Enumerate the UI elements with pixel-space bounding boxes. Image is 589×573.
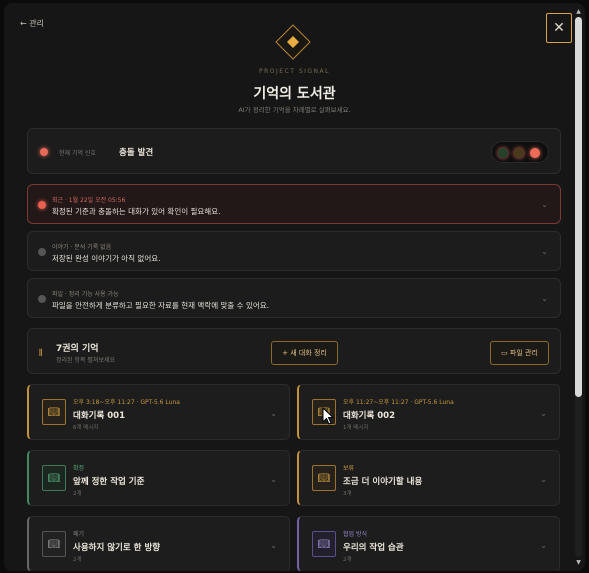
memory-tile[interactable]: 📖︎ 오후 11:27~오후 11:27 · GPT-5.6 Luna 대화기록… bbox=[297, 384, 560, 440]
back-to-manage-link[interactable]: ← 관리 bbox=[20, 18, 44, 29]
page-title: 기억의 도서관 bbox=[253, 86, 336, 102]
book-icon: 📖︎ bbox=[312, 531, 336, 557]
page-subtitle: AI가 정리한 기억을 차례별로 살펴보세요. bbox=[238, 106, 351, 114]
chevron-down-icon[interactable]: ⌄ bbox=[541, 200, 548, 209]
file-status-card[interactable]: 파일 · 정리 기능 사용 가능 파일을 안전하게 분류하고 필요한 자료를 현… bbox=[27, 278, 561, 318]
memory-subtitle: 정리된 항목 펼쳐보세요 bbox=[56, 357, 116, 364]
tile-title: 대화기록 002 bbox=[343, 411, 395, 421]
status-dot-icon bbox=[38, 295, 46, 303]
close-button[interactable]: ✕ bbox=[546, 13, 572, 43]
tile-count: 1개 메시지 bbox=[343, 425, 369, 431]
tile-title: 앞께 정한 작업 기준 bbox=[73, 477, 145, 487]
project-label: PROJECT SIGNAL bbox=[259, 68, 330, 75]
diamond-logo-icon bbox=[275, 24, 311, 60]
chevron-down-icon[interactable]: ⌄ bbox=[270, 475, 277, 484]
alert-dot-icon bbox=[38, 201, 46, 209]
alert-text: 확정된 기준과 충돌하는 대화가 있어 확인이 필요해요. bbox=[52, 207, 221, 216]
chevron-down-icon[interactable]: ⌄ bbox=[270, 541, 277, 550]
status-dot-icon bbox=[38, 248, 46, 256]
tile-count: 2개 bbox=[343, 557, 352, 563]
tile-meta: 확정 bbox=[73, 465, 85, 472]
tile-count: 2개 bbox=[73, 557, 82, 563]
memory-tile[interactable]: 📖︎ 협업 방식 우리의 작업 습관 2개 ⌄ bbox=[297, 516, 560, 571]
scroll-up-arrow[interactable]: ▲ bbox=[575, 9, 582, 15]
memory-tile[interactable]: 📖︎ 폐기 사용하지 않기로 한 방향 2개 ⌄ bbox=[27, 516, 290, 571]
tile-meta: 오후 11:27~오후 11:27 · GPT-5.6 Luna bbox=[343, 399, 454, 406]
book-icon: 📖︎ bbox=[42, 531, 66, 557]
bookshelf-icon: 𝍪 bbox=[39, 348, 43, 359]
tile-meta: 협업 방식 bbox=[343, 531, 367, 538]
memory-tile[interactable]: 📖︎ 오후 3:18~오후 11:27 · GPT-5.6 Luna 대화기록 … bbox=[27, 384, 290, 440]
chevron-down-icon[interactable]: ⌄ bbox=[541, 294, 548, 303]
chevron-down-icon[interactable]: ⌄ bbox=[541, 247, 548, 256]
signal-status-text: 충돌 발견 bbox=[119, 148, 154, 158]
chevron-down-icon[interactable]: ⌄ bbox=[270, 409, 277, 418]
book-icon: 📖︎ bbox=[312, 465, 336, 491]
new-chat-organize-button[interactable]: + 새 대화 정리 bbox=[271, 341, 338, 365]
tile-meta: 오후 3:18~오후 11:27 · GPT-5.6 Luna bbox=[73, 399, 180, 406]
story-status-meta: 이야기 · 분석 기록 없음 bbox=[52, 244, 112, 251]
amber-light-icon bbox=[514, 148, 524, 158]
mouse-pointer-icon bbox=[322, 407, 335, 425]
chevron-down-icon[interactable]: ⌄ bbox=[540, 475, 547, 484]
scroll-down-arrow[interactable]: ▼ bbox=[575, 560, 582, 566]
story-status-card[interactable]: 이야기 · 분석 기록 없음 저장된 완성 이야기가 아직 없어요. ⌄ bbox=[27, 231, 561, 271]
book-icon: 📖︎ bbox=[42, 399, 66, 425]
book-icon: 📖︎ bbox=[42, 465, 66, 491]
tile-title: 사용하지 않기로 한 방향 bbox=[73, 543, 161, 553]
chevron-down-icon[interactable]: ⌄ bbox=[540, 409, 547, 418]
tile-title: 조금 더 이야기할 내용 bbox=[343, 477, 423, 487]
traffic-light-indicator bbox=[491, 141, 549, 163]
conflict-alert-card[interactable]: 최근 · 1월 22일 오전 05:56 확정된 기준과 충돌하는 대화가 있어… bbox=[27, 184, 561, 224]
tile-count: 3개 bbox=[343, 491, 352, 497]
tile-count: 6개 메시지 bbox=[73, 425, 99, 431]
tile-title: 대화기록 001 bbox=[73, 411, 125, 421]
signal-caption: 현재 기억 신호 bbox=[59, 150, 96, 157]
story-status-text: 저장된 완성 이야기가 아직 없어요. bbox=[52, 254, 161, 263]
tile-count: 2개 bbox=[73, 491, 82, 497]
library-modal: ▲ ▼ ← 관리 ✕ PROJECT SIGNAL 기억의 도서관 AI가 정리… bbox=[4, 3, 585, 571]
tile-title: 우리의 작업 습관 bbox=[343, 543, 404, 553]
memory-signal-card: 현재 기억 신호 충돌 발견 bbox=[27, 128, 561, 174]
tile-meta: 보류 bbox=[343, 465, 355, 472]
memory-tile[interactable]: 📖︎ 보류 조금 더 이야기할 내용 3개 ⌄ bbox=[297, 450, 560, 506]
alert-meta: 최근 · 1월 22일 오전 05:56 bbox=[52, 197, 126, 204]
file-manage-button[interactable]: ▭ 파일 관리 bbox=[490, 341, 549, 365]
chevron-down-icon[interactable]: ⌄ bbox=[540, 541, 547, 550]
memory-count-title: 7권의 기억 bbox=[56, 344, 99, 354]
file-status-text: 파일을 안전하게 분류하고 필요한 자료를 현재 맥락에 맞출 수 있어요. bbox=[52, 301, 270, 310]
red-light-icon bbox=[530, 148, 540, 158]
signal-dot-icon bbox=[40, 148, 48, 156]
green-light-icon bbox=[498, 148, 508, 158]
memory-summary-card: 𝍪 7권의 기억 정리된 항목 펼쳐보세요 + 새 대화 정리 ▭ 파일 관리 bbox=[27, 328, 561, 374]
memory-tile[interactable]: 📖︎ 확정 앞께 정한 작업 기준 2개 ⌄ bbox=[27, 450, 290, 506]
tile-meta: 폐기 bbox=[73, 531, 85, 538]
file-status-meta: 파일 · 정리 기능 사용 가능 bbox=[52, 291, 119, 298]
